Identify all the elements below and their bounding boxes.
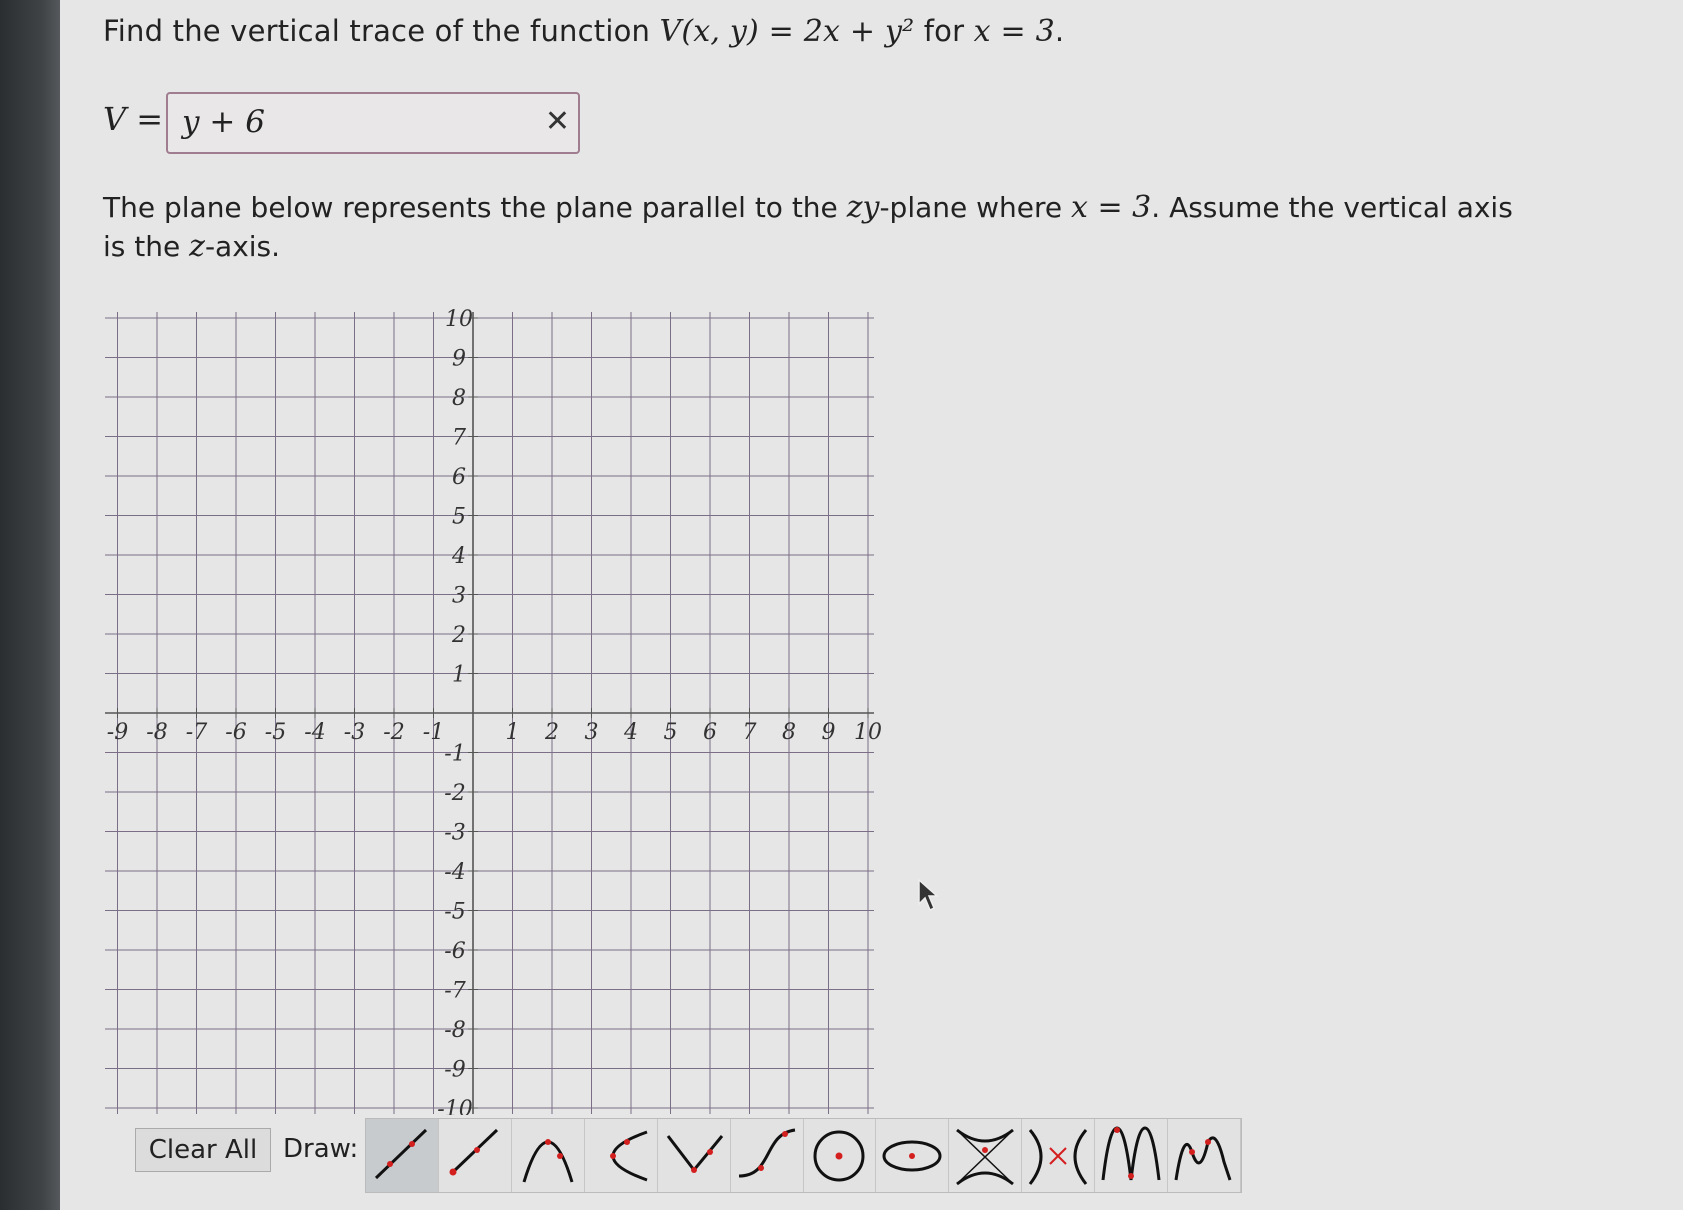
instructions-text: The plane below represents the plane par… <box>103 188 1523 266</box>
function-expression: V(x, y) = 2x + y² <box>659 14 915 49</box>
y-tick-label: -6 <box>444 939 465 964</box>
instructions-part2: -plane where <box>879 191 1072 224</box>
x-tick-label: -7 <box>186 720 207 745</box>
ray-icon <box>449 1128 498 1175</box>
axis-variable: z <box>189 229 205 264</box>
cosine-wave-icon <box>1174 1136 1232 1180</box>
x-tick-label: 6 <box>703 720 717 745</box>
answer-value: y + 6 <box>182 104 265 140</box>
y-tick-label: 10 <box>445 307 473 332</box>
x-tick-label: 4 <box>623 720 638 745</box>
ellipse-icon <box>882 1140 942 1171</box>
y-tick-label: -1 <box>444 742 465 767</box>
x-tick-label: 2 <box>544 720 559 745</box>
y-tick-label: 4 <box>451 544 466 569</box>
draw-tool-cosine-wave[interactable] <box>1168 1119 1242 1192</box>
x-tick-label: -8 <box>146 720 167 745</box>
question-text: Find the vertical trace of the function … <box>103 14 1064 49</box>
x-tick-label: 7 <box>743 720 757 745</box>
draw-tool-cubic-curve[interactable] <box>731 1119 804 1192</box>
x-tick-label: 8 <box>782 720 796 745</box>
question-middle: for <box>914 14 974 48</box>
y-tick-label: -10 <box>437 1097 472 1115</box>
line-icon <box>374 1128 427 1179</box>
absolute-value-icon <box>666 1134 723 1173</box>
parabola-left-icon <box>609 1130 648 1181</box>
y-tick-label: -8 <box>444 1018 465 1043</box>
x-tick-label: 10 <box>854 720 882 745</box>
x-tick-label: 9 <box>822 720 836 745</box>
draw-tool-ray[interactable] <box>439 1119 512 1192</box>
x-tick-label: -6 <box>225 720 246 745</box>
sine-wave-icon <box>1101 1125 1161 1180</box>
x-tick-label: -5 <box>265 720 286 745</box>
x-tick-label: 3 <box>585 720 599 745</box>
x-tick-label: -1 <box>423 720 444 745</box>
instructions-condition: x = 3 <box>1071 190 1152 225</box>
x-tick-label: 5 <box>664 720 678 745</box>
plane-variable: zy <box>846 190 880 225</box>
y-tick-label: 1 <box>452 663 466 688</box>
question-suffix: . <box>1054 14 1065 48</box>
draw-tool-hyperbola-vertical[interactable] <box>949 1119 1023 1192</box>
draw-tool-line[interactable] <box>366 1119 439 1192</box>
hyperbola-vertical-icon <box>956 1128 1015 1185</box>
x-tick-label: -3 <box>344 720 365 745</box>
x-tick-label: -2 <box>383 720 404 745</box>
graph-canvas[interactable]: 10-9-8-7-6-5-4-3-2-112345678910123456789… <box>105 295 925 1115</box>
y-tick-label: 5 <box>452 505 466 530</box>
y-tick-label: 3 <box>452 584 466 609</box>
draw-tool-hyperbola-horizontal[interactable] <box>1022 1119 1096 1192</box>
question-prefix: Find the vertical trace of the function <box>103 14 660 48</box>
y-tick-label: 8 <box>452 386 466 411</box>
parabola-down-icon <box>522 1138 574 1182</box>
y-tick-label: -5 <box>444 900 465 925</box>
y-tick-label: -2 <box>444 781 465 806</box>
x-tick-label: -4 <box>304 720 325 745</box>
mouse-pointer-icon <box>918 878 939 912</box>
y-tick-label: 7 <box>452 426 466 451</box>
circle-icon <box>813 1130 865 1181</box>
y-tick-label: -9 <box>444 1058 465 1083</box>
x-tick-label: -9 <box>107 720 128 745</box>
draw-tool-sine-wave[interactable] <box>1095 1119 1169 1192</box>
y-tick-label: 9 <box>452 347 466 372</box>
instructions-part1: The plane below represents the plane par… <box>103 191 847 224</box>
y-tick-label: -7 <box>444 979 465 1004</box>
draw-tool-ellipse[interactable] <box>876 1119 950 1192</box>
draw-tool-circle[interactable] <box>804 1119 877 1192</box>
draw-tool-parabola-left[interactable] <box>585 1119 658 1192</box>
clear-all-button[interactable]: Clear All <box>135 1128 271 1172</box>
question-condition: x = 3 <box>973 14 1055 49</box>
answer-input[interactable]: y + 6 ✕ <box>166 92 580 154</box>
cubic-curve-icon <box>738 1128 795 1177</box>
y-tick-label: -4 <box>444 860 465 885</box>
question-panel: Find the vertical trace of the function … <box>0 0 1683 1210</box>
y-tick-label: -3 <box>444 821 465 846</box>
draw-tool-parabola-down[interactable] <box>512 1119 585 1192</box>
y-tick-label: 6 <box>452 465 466 490</box>
draw-tool-absolute-value[interactable] <box>658 1119 731 1192</box>
draw-label: Draw: <box>283 1134 359 1164</box>
answer-label: V = <box>103 100 164 138</box>
hyperbola-horizontal-icon <box>1029 1128 1088 1185</box>
draw-tool-palette <box>365 1118 1242 1193</box>
clear-answer-icon[interactable]: ✕ <box>545 104 570 139</box>
y-tick-label: 2 <box>451 623 466 648</box>
instructions-part4: -axis. <box>204 230 281 263</box>
x-tick-label: 1 <box>506 720 520 745</box>
